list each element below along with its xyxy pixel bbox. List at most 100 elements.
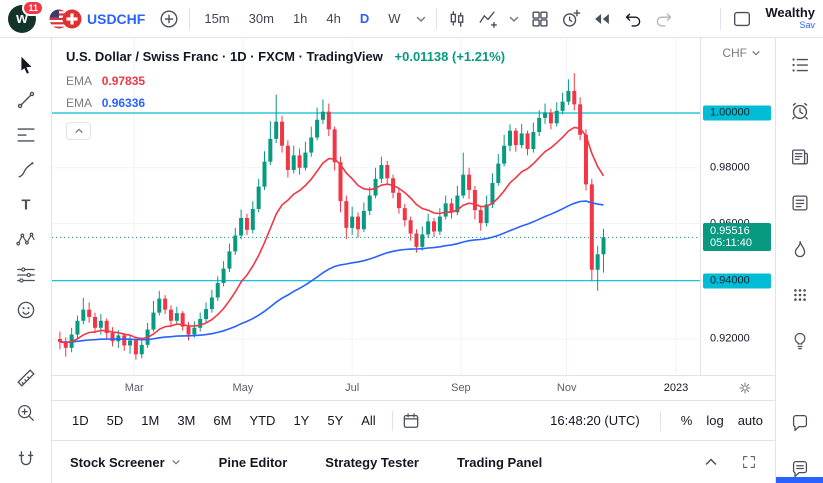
- price-tick-label: 0.98000: [710, 161, 750, 174]
- notes-icon[interactable]: [789, 192, 811, 214]
- price-axis[interactable]: 1.000000.980000.960000.9551605:11:400.94…: [700, 38, 775, 375]
- range-1d[interactable]: 1D: [64, 409, 97, 432]
- price-chart: [52, 38, 700, 375]
- tab-pine-editor[interactable]: Pine Editor: [219, 455, 288, 470]
- bottom-panel: Stock Screener Pine Editor Strategy Test…: [52, 440, 775, 483]
- current-price-label: 0.95516 05:11:40: [703, 223, 771, 252]
- time-tick-label: Jul: [345, 382, 360, 394]
- chevron-down-icon[interactable]: [508, 13, 520, 25]
- ema-fast-value: 0.97835: [101, 74, 146, 88]
- timeframe-15m[interactable]: 15m: [199, 7, 234, 30]
- account-logo[interactable]: w 11: [8, 0, 44, 33]
- range-ytd[interactable]: YTD: [241, 409, 283, 432]
- undo-icon[interactable]: [622, 8, 644, 30]
- chart-settings-gear-icon[interactable]: [737, 380, 753, 396]
- chat-icon[interactable]: [789, 412, 811, 434]
- forecast-tool-icon[interactable]: [15, 264, 37, 286]
- range-all[interactable]: All: [353, 409, 383, 432]
- percent-scale-button[interactable]: %: [681, 413, 693, 428]
- timeframe-1d[interactable]: D: [355, 7, 374, 30]
- log-scale-button[interactable]: log: [706, 413, 723, 428]
- alerts-clock-icon[interactable]: [789, 100, 811, 122]
- time-tick-label: May: [232, 382, 254, 394]
- tab-stock-screener[interactable]: Stock Screener: [70, 455, 181, 470]
- range-toolbar: 1D 5D 1M 3M 6M YTD 1Y 5Y All 16:48:20 (U…: [52, 400, 775, 440]
- range-1m[interactable]: 1M: [133, 409, 167, 432]
- price-change: +0.01138 (+1.21%): [394, 49, 506, 64]
- magnet-tool-icon[interactable]: [15, 449, 37, 471]
- chevron-down-icon[interactable]: [415, 13, 427, 25]
- bar-countdown: 05:11:40: [710, 237, 753, 250]
- go-to-date-icon[interactable]: [401, 411, 421, 431]
- price-tick-label: 0.94000: [703, 273, 771, 289]
- measure-ruler-tool-icon[interactable]: [15, 367, 37, 389]
- timeframe-1h[interactable]: 1h: [288, 7, 312, 30]
- create-alert-icon[interactable]: [560, 8, 582, 30]
- bottom-blue-bar: [776, 477, 823, 483]
- time-axis[interactable]: Mar May Jul Sep Nov 2023: [52, 375, 775, 400]
- panel-expand-chevron-icon[interactable]: [703, 454, 719, 470]
- usd-chf-flags-icon: [49, 9, 82, 29]
- trend-line-tool-icon[interactable]: [15, 89, 37, 111]
- ideas-lightbulb-icon[interactable]: [789, 330, 811, 352]
- bar-replay-icon[interactable]: [591, 8, 613, 30]
- drawing-toolbar: T: [0, 38, 52, 483]
- top-toolbar: w 11 USDCHF 15m 30m 1h 4h D W Wealthy Sa…: [0, 0, 823, 38]
- layout-name: Wealthy: [765, 5, 815, 20]
- watchlist-icon[interactable]: [789, 54, 811, 76]
- range-6m[interactable]: 6M: [205, 409, 239, 432]
- clock-utc[interactable]: 16:48:20 (UTC): [550, 413, 640, 428]
- chart-title: U.S. Dollar / Swiss Franc · 1D · FXCM · …: [66, 49, 383, 64]
- range-1y[interactable]: 1Y: [285, 409, 317, 432]
- range-3m[interactable]: 3M: [169, 409, 203, 432]
- time-tick-label: Nov: [556, 382, 577, 394]
- separator: [391, 410, 393, 431]
- timeframe-1w[interactable]: W: [383, 7, 405, 30]
- chart-legend: U.S. Dollar / Swiss Franc · 1D · FXCM · …: [66, 49, 505, 64]
- tab-trading-panel[interactable]: Trading Panel: [457, 455, 542, 470]
- separator: [435, 7, 437, 30]
- tab-strategy-tester[interactable]: Strategy Tester: [325, 455, 419, 470]
- ema-slow-legend: EMA 0.96336: [66, 96, 145, 110]
- chevron-down-icon: [752, 51, 760, 56]
- cursor-tool-icon[interactable]: [15, 54, 37, 76]
- redo-icon[interactable]: [653, 8, 675, 30]
- xabcd-pattern-tool-icon[interactable]: [15, 229, 37, 251]
- save-label: Sav: [799, 19, 815, 30]
- panel-fullscreen-icon[interactable]: [741, 454, 757, 470]
- fib-retracement-tool-icon[interactable]: [15, 124, 37, 146]
- symbol-label: USDCHF: [87, 10, 146, 27]
- hotlists-flame-icon[interactable]: [789, 238, 811, 260]
- timeframe-30m[interactable]: 30m: [244, 7, 279, 30]
- news-icon[interactable]: [789, 146, 811, 168]
- ema-label: EMA: [66, 74, 92, 88]
- chart-canvas[interactable]: U.S. Dollar / Swiss Franc · 1D · FXCM · …: [52, 38, 700, 375]
- timeframe-4h[interactable]: 4h: [321, 7, 345, 30]
- right-sidebar: [775, 38, 823, 483]
- text-tool-icon[interactable]: T: [15, 194, 37, 216]
- range-5y[interactable]: 5Y: [319, 409, 351, 432]
- emoji-tool-icon[interactable]: [15, 299, 37, 321]
- symbol-button[interactable]: USDCHF: [45, 7, 149, 31]
- time-tick-label: Mar: [124, 382, 144, 394]
- calendar-grid-icon[interactable]: [789, 284, 811, 306]
- layout-name-button[interactable]: Wealthy Sav: [763, 6, 815, 32]
- indicators-icon[interactable]: [477, 8, 499, 30]
- add-symbol-icon[interactable]: [158, 8, 180, 30]
- time-tick-label: 2023: [663, 382, 689, 394]
- chart-type-candles-icon[interactable]: [446, 8, 468, 30]
- multichart-layout-icon[interactable]: [731, 8, 753, 30]
- price-tick-label: 0.92000: [710, 332, 750, 345]
- zoom-in-tool-icon[interactable]: [15, 402, 37, 424]
- svg-text:T: T: [21, 198, 30, 214]
- ema-label: EMA: [66, 96, 92, 110]
- price-tick-label: 1.00000: [703, 105, 771, 121]
- layout-templates-icon[interactable]: [529, 8, 551, 30]
- collapse-legend-button[interactable]: [66, 122, 91, 140]
- auto-scale-button[interactable]: auto: [738, 413, 763, 428]
- chevron-down-icon: [172, 460, 180, 465]
- ema-slow-value: 0.96336: [101, 96, 146, 110]
- currency-selector[interactable]: CHF: [722, 46, 761, 60]
- brush-tool-icon[interactable]: [15, 159, 37, 181]
- range-5d[interactable]: 5D: [99, 409, 132, 432]
